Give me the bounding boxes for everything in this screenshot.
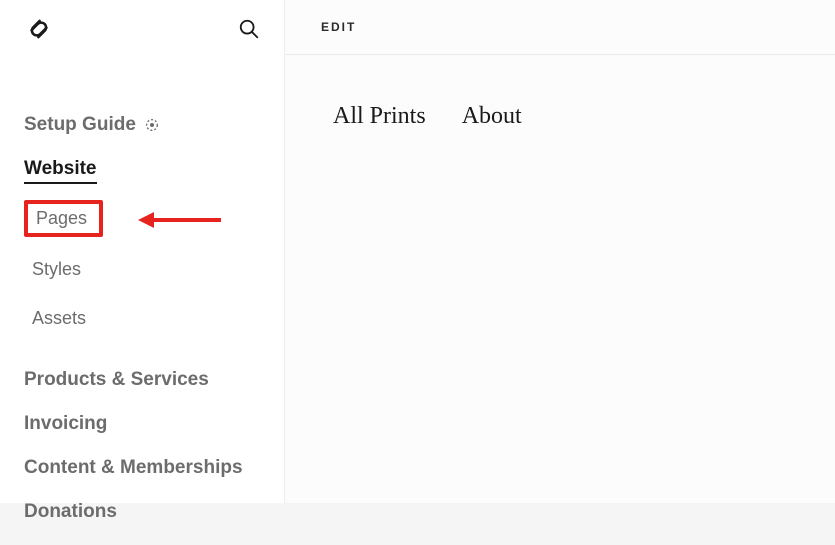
preview-nav: All Prints About bbox=[333, 103, 787, 130]
main-content: EDIT All Prints About bbox=[285, 0, 835, 503]
sidebar-item-label: Website bbox=[24, 158, 97, 184]
sidebar-item-website[interactable]: Website bbox=[24, 158, 260, 184]
sidebar-item-label: Invoicing bbox=[24, 413, 107, 435]
sidebar-item-products-services[interactable]: Products & Services bbox=[24, 369, 260, 391]
sidebar-nav: Setup Guide Website Pages bbox=[0, 54, 284, 545]
sidebar-item-label: Setup Guide bbox=[24, 114, 136, 136]
sidebar-subitem-styles[interactable]: Styles bbox=[24, 253, 89, 286]
sidebar-item-content-memberships[interactable]: Content & Memberships bbox=[24, 457, 260, 479]
preview-nav-all-prints[interactable]: All Prints bbox=[333, 103, 426, 130]
target-progress-icon bbox=[144, 117, 160, 133]
squarespace-logo-icon[interactable] bbox=[24, 14, 54, 44]
sidebar-item-donations[interactable]: Donations bbox=[24, 501, 260, 523]
sidebar-subitem-pages[interactable]: Pages bbox=[24, 200, 103, 237]
sidebar-item-label: Donations bbox=[24, 501, 117, 523]
sidebar-subitem-assets[interactable]: Assets bbox=[24, 302, 94, 335]
search-icon[interactable] bbox=[238, 18, 260, 40]
sidebar: Setup Guide Website Pages bbox=[0, 0, 285, 503]
sidebar-item-setup-guide[interactable]: Setup Guide bbox=[24, 114, 260, 136]
site-preview: All Prints About bbox=[285, 55, 835, 178]
sidebar-item-label: Content & Memberships bbox=[24, 457, 243, 479]
main-header: EDIT bbox=[285, 0, 835, 55]
sidebar-header bbox=[0, 0, 284, 54]
sidebar-subnav-website: Pages Styles Assets bbox=[24, 200, 260, 351]
sidebar-item-invoicing[interactable]: Invoicing bbox=[24, 413, 260, 435]
preview-nav-about[interactable]: About bbox=[462, 103, 522, 130]
edit-mode-label[interactable]: EDIT bbox=[321, 20, 356, 34]
sidebar-item-label: Products & Services bbox=[24, 369, 209, 391]
